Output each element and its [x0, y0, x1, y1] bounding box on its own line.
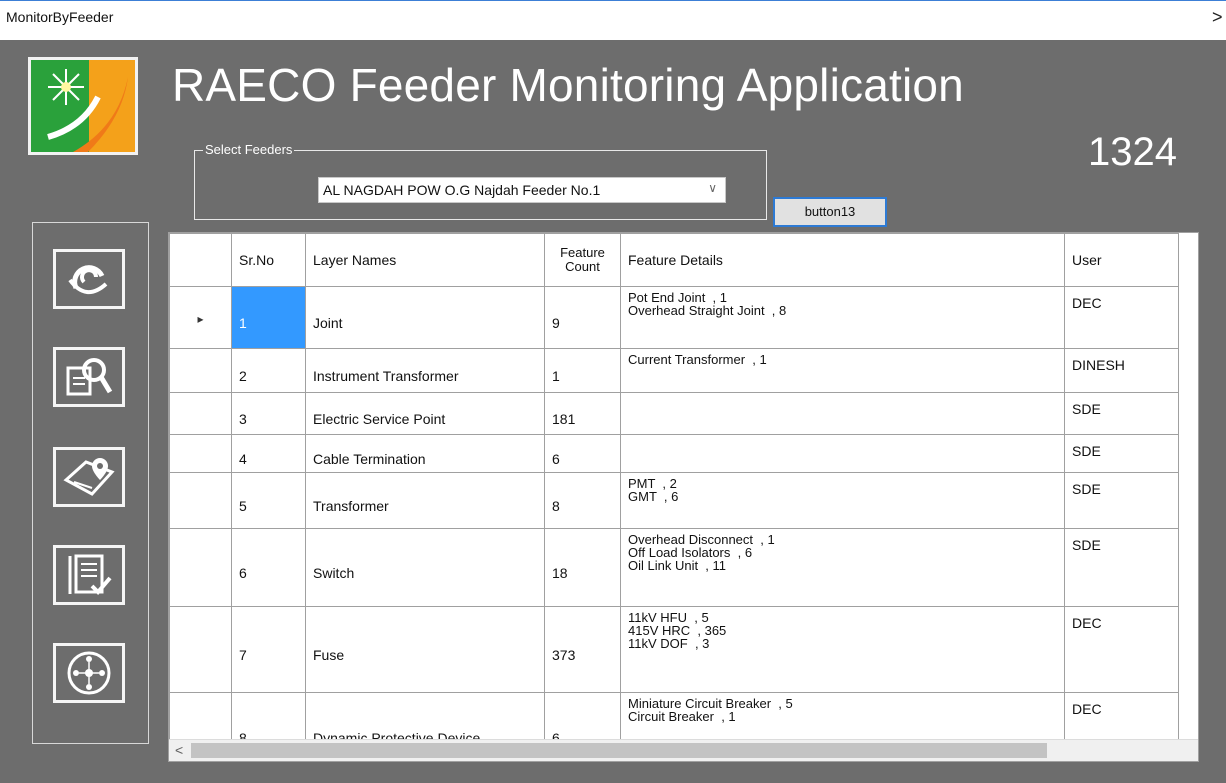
layer-name-cell[interactable]: Cable Termination: [305, 434, 545, 473]
table-row[interactable]: 7 Fuse 373 11kV HFU , 5 415V HRC , 365 11kV D…: [169, 606, 1179, 693]
sr-no-cell[interactable]: 5: [231, 472, 306, 529]
user-cell[interactable]: DEC: [1064, 286, 1179, 349]
user-cell[interactable]: DEC: [1064, 606, 1179, 693]
user-cell[interactable]: SDE: [1064, 528, 1179, 607]
feature-total-counter: 1324: [1088, 130, 1177, 174]
report-search-icon[interactable]: [53, 347, 125, 407]
column-header-feature-details[interactable]: Feature Details: [620, 233, 1065, 287]
feature-detail-line: Current Transformer , 1: [628, 352, 767, 367]
button13[interactable]: button13: [773, 197, 887, 227]
feature-count-cell[interactable]: 181: [544, 392, 621, 435]
horizontal-scrollbar[interactable]: < >: [169, 739, 1198, 761]
sr-no-cell[interactable]: 6: [231, 528, 306, 607]
feature-count-cell[interactable]: 373: [544, 606, 621, 693]
sr-no-cell[interactable]: 7: [231, 606, 306, 693]
title-bar: MonitorByFeeder >: [0, 0, 1226, 40]
layer-name-cell[interactable]: Electric Service Point: [305, 392, 545, 435]
sr-no-cell[interactable]: 2: [231, 348, 306, 393]
sr-no-cell[interactable]: 4: [231, 434, 306, 473]
feature-detail-line: GMT , 6: [628, 489, 679, 504]
table-row[interactable]: 4 Cable Termination 6 SDE: [169, 434, 1179, 473]
row-header-cell[interactable]: [169, 392, 232, 435]
column-header-feature-count[interactable]: Feature Count: [544, 233, 621, 287]
user-cell[interactable]: SDE: [1064, 392, 1179, 435]
feature-count-cell[interactable]: 1: [544, 348, 621, 393]
layer-name-cell[interactable]: Switch: [305, 528, 545, 607]
horizontal-scroll-thumb[interactable]: [191, 743, 1047, 758]
row-header-cell[interactable]: [169, 606, 232, 693]
side-toolbar: [32, 222, 149, 744]
current-row-arrow-icon: ▸: [197, 311, 204, 326]
feature-details-cell[interactable]: PMT , 2 GMT , 6: [620, 472, 1065, 529]
layer-name-cell[interactable]: Joint: [305, 286, 545, 349]
swirl-logo-icon[interactable]: [53, 249, 125, 309]
feeder-dropdown-value: AL NAGDAH POW O.G Najdah Feeder No.1: [323, 182, 601, 198]
grid-header-row: Sr.No Layer Names Feature Count Feature …: [169, 233, 1179, 287]
sr-no-cell[interactable]: 1: [231, 286, 306, 349]
table-row[interactable]: 3 Electric Service Point 181 SDE: [169, 392, 1179, 435]
table-row[interactable]: 5 Transformer 8 PMT , 2 GMT , 6 SDE: [169, 472, 1179, 529]
feature-count-cell[interactable]: 8: [544, 472, 621, 529]
column-header-layer-names[interactable]: Layer Names: [305, 233, 545, 287]
select-feeders-group: Select Feeders AL NAGDAH POW O.G Najdah …: [194, 142, 767, 220]
column-header-sr-no[interactable]: Sr.No: [231, 233, 306, 287]
layer-name-cell[interactable]: Fuse: [305, 606, 545, 693]
feature-details-cell[interactable]: Current Transformer , 1: [620, 348, 1065, 393]
user-cell[interactable]: SDE: [1064, 472, 1179, 529]
table-row[interactable]: 6 Switch 18 Overhead Disconnect , 1 Off Load…: [169, 528, 1179, 607]
row-header-cell[interactable]: [169, 348, 232, 393]
table-row[interactable]: 2 Instrument Transformer 1 Current Transfor…: [169, 348, 1179, 393]
layer-name-cell[interactable]: Transformer: [305, 472, 545, 529]
feature-data-grid: Sr.No Layer Names Feature Count Feature …: [168, 232, 1199, 762]
map-location-icon[interactable]: [53, 447, 125, 507]
user-cell[interactable]: DINESH: [1064, 348, 1179, 393]
sr-no-cell[interactable]: 3: [231, 392, 306, 435]
row-header-cell[interactable]: [169, 528, 232, 607]
feature-details-cell[interactable]: 11kV HFU , 5 415V HRC , 365 11kV DOF , 3: [620, 606, 1065, 693]
checklist-icon[interactable]: [53, 545, 125, 605]
feature-detail-line: Oil Link Unit , 11: [628, 558, 727, 573]
column-header-user[interactable]: User: [1064, 233, 1179, 287]
user-cell[interactable]: SDE: [1064, 434, 1179, 473]
feature-count-cell[interactable]: 9: [544, 286, 621, 349]
network-hub-icon[interactable]: [53, 643, 125, 703]
feature-details-cell[interactable]: [620, 392, 1065, 435]
close-icon[interactable]: >: [1212, 7, 1223, 28]
feature-count-cell[interactable]: 18: [544, 528, 621, 607]
feature-details-cell[interactable]: Overhead Disconnect , 1 Off Load Isolator…: [620, 528, 1065, 607]
layer-name-cell[interactable]: Instrument Transformer: [305, 348, 545, 393]
feature-details-cell[interactable]: [620, 434, 1065, 473]
table-row[interactable]: ▸ 1 Joint 9 Pot End Joint , 1 Overhead Straig…: [169, 286, 1179, 349]
feeder-dropdown[interactable]: AL NAGDAH POW O.G Najdah Feeder No.1 ∨: [318, 177, 726, 203]
chevron-down-icon[interactable]: ∨: [708, 181, 717, 195]
feature-detail-line: PMT , 2: [628, 476, 677, 491]
feature-detail-line: 11kV DOF , 3: [628, 636, 710, 651]
feature-details-cell[interactable]: Pot End Joint , 1 Overhead Straight Joint…: [620, 286, 1065, 349]
row-header-cell[interactable]: [169, 434, 232, 473]
app-title: RAECO Feeder Monitoring Application: [172, 59, 964, 111]
raeco-logo: [28, 57, 138, 155]
feature-detail-line: Overhead Straight Joint , 8: [628, 303, 787, 318]
row-header-corner: [169, 233, 232, 287]
scroll-left-icon[interactable]: <: [175, 742, 183, 758]
feature-count-cell[interactable]: 6: [544, 434, 621, 473]
window-title: MonitorByFeeder: [6, 9, 114, 25]
row-header-cell[interactable]: [169, 472, 232, 529]
feature-detail-line: Circuit Breaker , 1: [628, 709, 736, 724]
row-header-cell[interactable]: ▸: [169, 286, 232, 349]
select-feeders-legend: Select Feeders: [203, 142, 295, 157]
